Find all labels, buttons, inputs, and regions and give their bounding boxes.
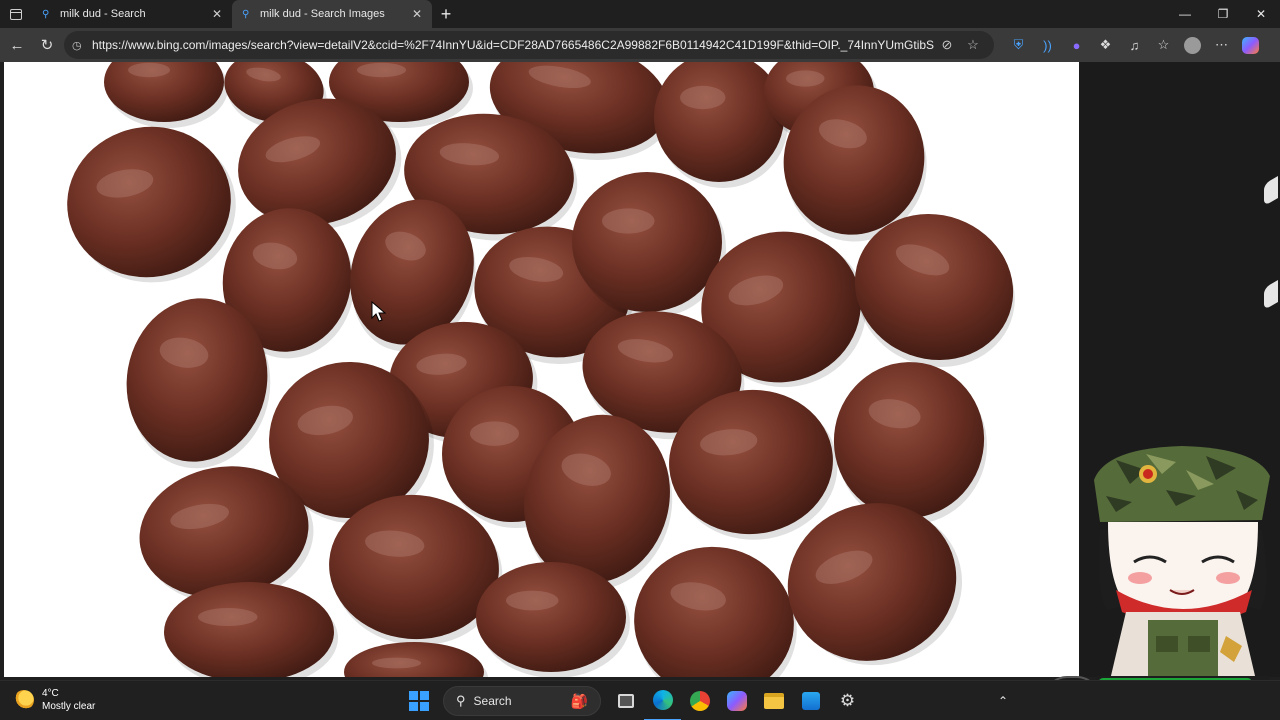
address-bar[interactable]: ◷ https://www.bing.com/images/search?vie…	[64, 31, 994, 59]
settings-button[interactable]: ⚙	[829, 681, 866, 720]
back-button[interactable]: ←	[2, 30, 32, 60]
weather-widget[interactable]: 4°C Mostly clear	[14, 687, 95, 713]
taskbar-apps: ⚲ Search 🎒 ⚙	[400, 681, 866, 720]
task-view-icon	[617, 694, 634, 708]
restore-button[interactable]: ❐	[1204, 0, 1242, 28]
refresh-button[interactable]: ↻	[32, 30, 62, 60]
minimize-button[interactable]: —	[1166, 0, 1204, 28]
copilot-taskbar-button[interactable]	[718, 681, 755, 720]
read-aloud-icon[interactable]: ))	[1033, 28, 1062, 62]
bing-search-icon: ⚲	[42, 8, 50, 20]
system-tray: ⌃	[998, 681, 1008, 720]
chrome-taskbar-button[interactable]	[681, 681, 718, 720]
panel-handle-icon[interactable]	[1264, 279, 1278, 311]
copilot-icon[interactable]	[1236, 28, 1265, 62]
search-highlight-icon: 🎒	[570, 692, 588, 709]
search-icon: ⚲	[456, 693, 466, 708]
tab-actions-icon	[10, 8, 22, 20]
extensions-puzzle-icon[interactable]: ❖	[1091, 28, 1120, 62]
purple-extension-icon[interactable]: ●	[1062, 28, 1091, 62]
address-url[interactable]: https://www.bing.com/images/search?view=…	[92, 38, 934, 52]
store-button[interactable]	[792, 681, 829, 720]
favorites-icon[interactable]: ☆	[1149, 28, 1178, 62]
tab-title: milk dud - Search	[60, 8, 146, 20]
extensions-bar: ⛨ )) ● ❖ ♫ ☆ ⋯	[1004, 28, 1265, 62]
taskbar-search[interactable]: ⚲ Search 🎒	[443, 686, 601, 716]
music-note-icon[interactable]: ♫	[1120, 28, 1149, 62]
moon-sun-weather-icon	[14, 690, 34, 710]
close-window-button[interactable]: ✕	[1242, 0, 1280, 28]
milk-dud-candy	[344, 642, 488, 677]
tracking-prevention-icon[interactable]: ⊘	[934, 37, 960, 53]
avatar-overlay	[1094, 446, 1270, 680]
folder-icon	[763, 693, 784, 709]
panel-handle-icon[interactable]	[1264, 175, 1278, 207]
image-viewer[interactable]	[4, 62, 1079, 677]
tab-strip: ⚲ milk dud - Search ✕ ⚲ milk dud - Searc…	[0, 0, 1280, 28]
tab-actions-button[interactable]	[0, 0, 32, 28]
close-tab-icon[interactable]: ✕	[210, 7, 224, 21]
favorite-star-icon[interactable]: ☆	[960, 37, 986, 53]
start-button[interactable]	[400, 681, 437, 720]
screen: ⚲ milk dud - Search ✕ ⚲ milk dud - Searc…	[0, 0, 1280, 720]
milk-dud-candy	[67, 126, 236, 283]
milk-dud-candy	[104, 62, 228, 128]
tab-title: milk dud - Search Images	[260, 8, 385, 20]
more-dots-icon[interactable]: ⋯	[1207, 28, 1236, 62]
weather-description: Mostly clear	[42, 701, 96, 712]
new-tab-button[interactable]: +	[432, 0, 460, 28]
window-controls: — ❐ ✕	[1166, 0, 1280, 28]
copilot-app-icon	[726, 691, 747, 711]
gear-icon: ⚙	[839, 691, 856, 710]
weather-temperature: 4°C	[42, 688, 59, 699]
windows-logo-icon	[408, 691, 429, 711]
file-explorer-button[interactable]	[755, 681, 792, 720]
edge-icon	[652, 690, 673, 710]
edge-taskbar-button[interactable]	[644, 681, 681, 720]
bing-search-icon: ⚲	[242, 8, 250, 20]
lock-icon[interactable]: ◷	[72, 39, 92, 52]
tab-search[interactable]: ⚲ milk dud - Search ✕	[32, 0, 232, 28]
task-view-button[interactable]	[607, 681, 644, 720]
search-label: Search	[473, 694, 512, 708]
milk-dud-candy	[164, 582, 338, 677]
chevron-up-icon[interactable]: ⌃	[998, 694, 1008, 708]
milk-duds-image	[67, 62, 1015, 677]
shield-extension-icon[interactable]: ⛨	[1004, 28, 1033, 62]
profile-icon[interactable]	[1178, 28, 1207, 62]
tab-search-images[interactable]: ⚲ milk dud - Search Images ✕	[232, 0, 432, 28]
chrome-icon	[689, 691, 710, 711]
navigation-bar: ← ↻ ◷ https://www.bing.com/images/search…	[0, 28, 1280, 62]
close-tab-icon[interactable]: ✕	[410, 7, 424, 21]
store-icon	[801, 692, 820, 710]
taskbar: 4°C Mostly clear ⚲ Search 🎒 ⚙ ⌃	[0, 680, 1280, 720]
